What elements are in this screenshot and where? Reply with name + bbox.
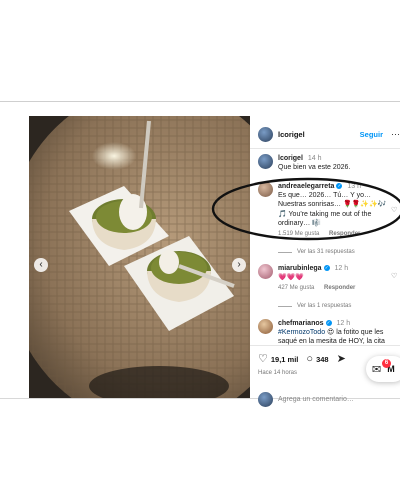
- comment-text: Es que… 2026… Tú… Y yo… Nuestras sonrisa…: [278, 192, 387, 227]
- hashtag-link[interactable]: #KermozoTodo: [278, 329, 325, 336]
- commenter-avatar[interactable]: [258, 264, 273, 279]
- like-comment-heart-icon[interactable]: ♡: [391, 272, 397, 280]
- add-comment-input[interactable]: Agrega un comentario…: [278, 396, 354, 403]
- viewer-avatar: [258, 392, 273, 407]
- post-time-ago: Hace 14 horas: [258, 370, 298, 376]
- caption-username[interactable]: lcorigel: [278, 155, 303, 162]
- comment-item: chefmarianos ✓ 12 h #KermozoTodo 😍 la fot…: [258, 319, 400, 347]
- comment-time: 12 h: [336, 320, 351, 327]
- top-divider: [0, 101, 400, 102]
- caption-time: 14 h: [307, 155, 322, 162]
- unread-badge: 6: [382, 359, 391, 368]
- header-divider: [250, 148, 400, 149]
- commenter-username[interactable]: miarubinlega: [278, 265, 322, 272]
- commenter-username[interactable]: andreaelegarreta: [278, 183, 334, 190]
- comment-bubble-icon[interactable]: ○: [306, 353, 313, 365]
- comment-time: 12 h: [334, 265, 349, 272]
- post-caption: lcorigel 14 h Que bien va este 2026.: [258, 154, 400, 172]
- photo-illustration: [29, 116, 250, 398]
- caption-avatar[interactable]: [258, 154, 273, 169]
- verified-badge-icon: ✓: [336, 183, 343, 189]
- comment-likes[interactable]: 427 Me gusta: [278, 285, 314, 291]
- messenger-icon: ✉: [372, 363, 382, 376]
- actions-divider: [250, 345, 400, 346]
- comment-item: andreaelegarreta ✓ 13 h Es que… 2026… Tú……: [258, 182, 400, 239]
- commenter-avatar[interactable]: [258, 182, 273, 197]
- reply-button[interactable]: Responder: [324, 285, 355, 291]
- commenter-avatar[interactable]: [258, 319, 273, 334]
- comment-time: 13 h: [347, 183, 361, 190]
- author-username[interactable]: lcorigel: [278, 130, 305, 139]
- add-comment-row: Agrega un comentario…: [258, 392, 400, 407]
- share-send-icon[interactable]: ➤: [337, 353, 346, 365]
- reply-button[interactable]: Responder: [329, 231, 360, 237]
- view-replies-button[interactable]: Ver las 31 respuestas: [278, 249, 355, 255]
- commenter-username[interactable]: chefmarianos: [278, 320, 324, 327]
- view-replies-button[interactable]: Ver las 1 respuestas: [278, 303, 351, 309]
- previous-image-button[interactable]: ‹: [34, 258, 48, 272]
- caption-text: Que bien va este 2026.: [278, 164, 351, 172]
- post-photo: [29, 116, 250, 398]
- verified-badge-icon: ✓: [323, 265, 330, 271]
- messages-button[interactable]: ✉ 6 M: [366, 356, 400, 382]
- post-header: lcorigel Seguir ···: [258, 124, 400, 144]
- like-heart-icon[interactable]: ♡: [258, 353, 268, 365]
- likes-count[interactable]: 19,1 mil: [271, 355, 299, 364]
- comments-count: 348: [316, 354, 329, 364]
- like-comment-heart-icon[interactable]: ♡: [391, 206, 397, 214]
- author-avatar[interactable]: [258, 126, 273, 142]
- verified-badge-icon: ✓: [325, 320, 332, 326]
- comment-item: miarubinlega ✓ 12 h 💗💗💗 427 Me gusta Resp…: [258, 264, 400, 294]
- more-icon[interactable]: ···: [391, 129, 400, 139]
- next-image-button[interactable]: ›: [232, 258, 246, 272]
- comment-likes[interactable]: 1.519 Me gusta: [278, 231, 319, 237]
- follow-button[interactable]: Seguir: [360, 130, 383, 139]
- comment-text: 💗💗💗: [278, 274, 305, 282]
